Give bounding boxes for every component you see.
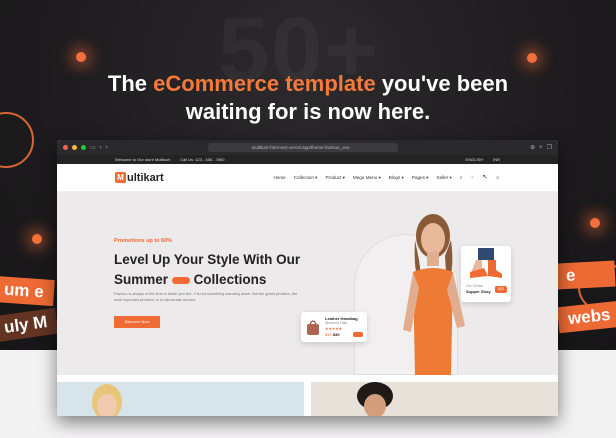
close-dot[interactable] <box>63 145 68 150</box>
sidebar-icon[interactable]: ▭ <box>90 144 96 151</box>
language-select[interactable]: ENGLISH <box>466 157 484 162</box>
logo-text: ultikart <box>127 171 164 184</box>
currency-select[interactable]: INR <box>493 157 500 162</box>
discover-now-button[interactable]: Discover Now <box>114 316 160 328</box>
model-image-curly <box>357 382 393 416</box>
wishlist-icon[interactable]: ♡ <box>470 175 474 181</box>
menu-item-seller[interactable]: Seller ▾ <box>437 175 452 181</box>
category-banner-right[interactable] <box>311 382 558 416</box>
browser-toolbar: ▭ ‹ › multikart-html-vert.vercel.app/the… <box>57 140 558 155</box>
hero-description: Fashion is always of the time in which y… <box>114 292 298 302</box>
model-image-blonde <box>92 384 122 416</box>
glow-dot <box>590 218 600 228</box>
download-icon[interactable]: ⊕ <box>530 144 535 151</box>
tabs-icon[interactable]: ❐ <box>547 144 552 151</box>
card-rating: ★★★★★ <box>325 327 343 331</box>
url-text: multikart-html-vert.vercel.app/theme-fas… <box>251 145 350 150</box>
forward-icon[interactable]: › <box>106 145 108 151</box>
ribbon-right: e <box>555 260 616 290</box>
hero-section: Promotions up to 60% Level Up Your Style… <box>57 192 558 375</box>
logo-mark: M <box>115 172 126 183</box>
plus-icon[interactable]: + <box>539 145 543 151</box>
maximize-dot[interactable] <box>81 145 86 150</box>
ribbon-left: um e <box>0 275 55 307</box>
main-menu: Home Collection ▾ Product ▾ Mega Menu ▾ … <box>273 174 500 181</box>
category-banner-left[interactable] <box>57 382 304 416</box>
phone-text: Call Us: 123 - 456 - 7890 <box>180 157 225 162</box>
hero-pill <box>171 276 190 284</box>
card-prices: $46 $39 <box>325 332 340 337</box>
headline: The eCommerce template you've been waiti… <box>107 71 509 124</box>
menu-item-blogs[interactable]: Blogs ▾ <box>389 175 404 181</box>
address-bar[interactable]: multikart-html-vert.vercel.app/theme-fas… <box>207 143 398 152</box>
menu-item-product[interactable]: Product ▾ <box>325 175 344 181</box>
welcome-text: Welcome to Our store Multikart <box>115 157 171 162</box>
cart-icon[interactable]: ⛍ <box>483 174 488 181</box>
glow-dot <box>527 53 537 63</box>
browser-window: ▭ ‹ › multikart-html-vert.vercel.app/the… <box>57 140 558 416</box>
menu-item-mega-menu[interactable]: Mega Menu ▾ <box>353 175 381 181</box>
card-price-badge: $32 <box>495 286 507 293</box>
site-topbar: Welcome to Our store Multikart Call Us: … <box>57 155 558 164</box>
search-icon[interactable]: ⌕ <box>460 175 463 180</box>
menu-item-pages[interactable]: Pages ▾ <box>412 175 429 181</box>
glow-dot <box>32 234 42 244</box>
shoe-image <box>470 248 502 278</box>
card-title: Supper Shoy <box>466 289 491 294</box>
site-navbar: M ultikart Home Collection ▾ Product ▾ M… <box>57 164 558 192</box>
product-card-handbag[interactable]: Leather Handbag Women's Fash ★★★★★ $46 $… <box>301 312 367 342</box>
glow-dot <box>76 52 86 62</box>
product-card-shoe[interactable]: Our Choice Supper Shoy $32 <box>461 246 511 302</box>
hero-title: Level Up Your Style With Our Summer Coll… <box>114 252 301 287</box>
menu-item-home[interactable]: Home <box>273 175 285 180</box>
card-subtitle: Women's Fash <box>325 321 348 325</box>
card-subtitle: Our Choice <box>466 284 484 288</box>
minimize-dot[interactable] <box>72 145 77 150</box>
handbag-icon <box>307 320 319 335</box>
menu-item-collection[interactable]: Collection ▾ <box>294 175 318 181</box>
back-icon[interactable]: ‹ <box>100 145 102 151</box>
site-logo[interactable]: M ultikart <box>115 172 164 184</box>
card-cart-badge[interactable] <box>353 332 363 337</box>
user-icon[interactable]: ☺ <box>495 175 500 180</box>
hero-promo: Promotions up to 60% <box>114 238 173 244</box>
